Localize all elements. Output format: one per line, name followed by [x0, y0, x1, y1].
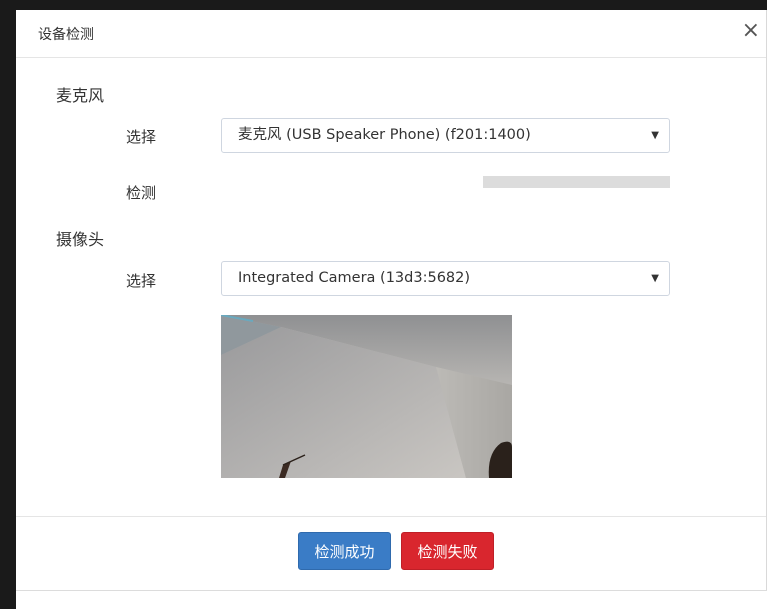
- microphone-section-label: 麦克风: [56, 86, 105, 105]
- caret-down-icon: ▼: [651, 130, 659, 141]
- dialog-header: 设备检测 ×: [16, 10, 766, 58]
- camera-select-label: 选择: [126, 272, 157, 290]
- footer-divider: [16, 516, 766, 517]
- camera-section-label: 摄像头: [56, 230, 105, 249]
- caret-down-icon: ▼: [651, 273, 659, 284]
- detect-success-button[interactable]: 检测成功: [298, 532, 391, 570]
- camera-select[interactable]: Integrated Camera (13d3:5682) ▼: [221, 261, 670, 296]
- camera-preview: [221, 315, 512, 478]
- dialog-title: 设备检测: [38, 27, 94, 43]
- detect-fail-button[interactable]: 检测失败: [401, 532, 494, 570]
- camera-select-value: Integrated Camera (13d3:5682): [238, 270, 471, 286]
- camera-preview-image: [221, 315, 512, 478]
- device-check-dialog: 设备检测 × 麦克风 选择 麦克风 (USB Speaker Phone) (f…: [16, 10, 767, 590]
- microphone-select-label: 选择: [126, 128, 157, 146]
- microphone-detect-label: 检测: [126, 184, 157, 202]
- microphone-level-meter: [483, 176, 670, 188]
- close-icon[interactable]: ×: [742, 20, 760, 42]
- dialog-bottom-edge: [16, 590, 767, 610]
- microphone-select-value: 麦克风 (USB Speaker Phone) (f201:1400): [238, 127, 531, 143]
- microphone-select[interactable]: 麦克风 (USB Speaker Phone) (f201:1400) ▼: [221, 118, 670, 153]
